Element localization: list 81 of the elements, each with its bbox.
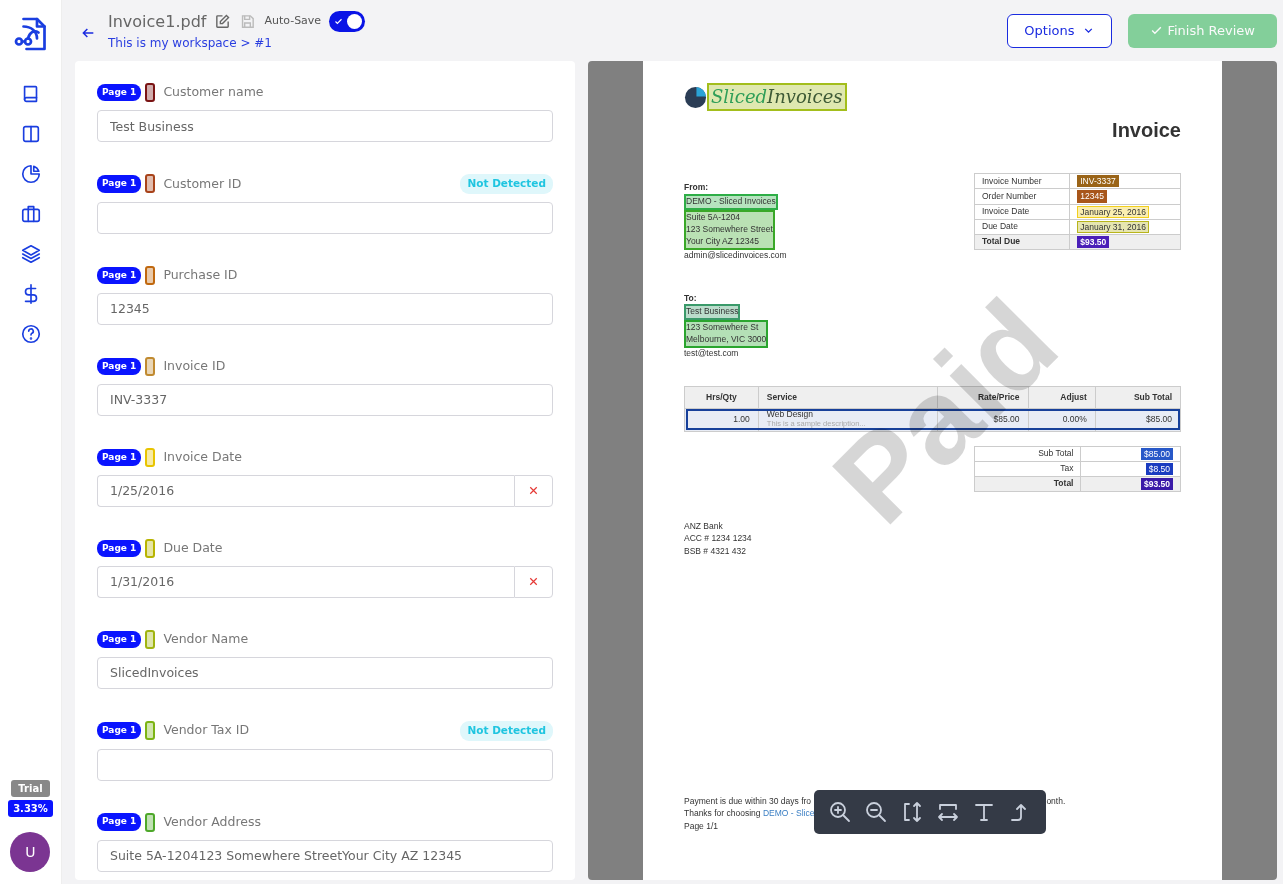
page-badge: Page 1 (97, 721, 142, 740)
footer-text: Thanks for choosing DEMO - Slice (684, 807, 815, 820)
table-cell: January 31, 2016 (1077, 220, 1149, 234)
table-cell: $8.50 (1145, 462, 1173, 475)
address-label: To: (684, 291, 698, 305)
field-label: Vendor Address (163, 812, 262, 831)
options-dropdown[interactable]: Options (1007, 13, 1113, 48)
autosave-label: Auto-Save (264, 13, 322, 30)
address-text: Test Business (684, 304, 741, 321)
logo-text: SlicedInvoices (707, 83, 847, 112)
help-icon[interactable] (19, 323, 42, 345)
bank-detail: ACC # 1234 1234 (684, 532, 753, 545)
page-badge: Page 1 (97, 448, 142, 466)
footer-text: onth. (1046, 795, 1066, 808)
page-badge: Page 1 (97, 357, 142, 375)
address-text: DEMO - Sliced Invoices (684, 194, 778, 210)
column-header: Hrs/Qty (684, 386, 759, 409)
table-cell: $85.00 (1141, 447, 1173, 460)
status-badge: Not Detected (460, 720, 553, 741)
table-cell: $85.00 (1095, 408, 1181, 432)
text-field[interactable]: INV-3337 (97, 383, 553, 416)
logo-icon (684, 85, 707, 109)
table-cell: $93.50 (1077, 236, 1110, 249)
page-badge: Page 1 (97, 83, 142, 102)
table-cell: INV-3337 (1077, 175, 1119, 188)
edit-icon[interactable] (214, 13, 232, 30)
field-label: Invoice Date (163, 447, 242, 466)
usage-badge: 3.33% (8, 800, 53, 817)
file-title: Invoice1.pdf (108, 10, 207, 33)
text-field[interactable]: Suite 5A-1204123 Somewhere StreetYour City AZ 12345 (97, 839, 553, 872)
table-cell: Invoice Number (974, 173, 1070, 189)
footer-link[interactable]: DEMO - Slice (762, 808, 815, 819)
check-icon (1150, 24, 1164, 37)
page-badge: Page 1 (97, 175, 142, 193)
field-label: Due Date (163, 538, 223, 557)
table-cell: 12345 (1077, 190, 1107, 203)
text-field[interactable]: 1/31/2016 (97, 565, 514, 598)
plan-badge: Trial (11, 780, 50, 797)
text-field[interactable]: 1/25/2016 (97, 474, 514, 507)
autosave-toggle[interactable] (329, 11, 366, 32)
breadcrumb-link[interactable]: This is my workspace > #1 (108, 33, 366, 52)
address-text: admin@slicedinvoices.com (684, 249, 787, 262)
text-field[interactable] (97, 201, 553, 234)
text-field[interactable] (97, 748, 553, 781)
invoice-heading: Invoice (1111, 118, 1181, 144)
zoom-out-icon[interactable] (864, 800, 889, 825)
bank-detail: BSB # 4321 432 (684, 544, 747, 558)
table-cell: Due Date (974, 219, 1070, 235)
text-field[interactable]: SlicedInvoices (97, 656, 553, 689)
table-cell: Invoice Date (974, 204, 1070, 220)
table-cell: 1.00 (684, 408, 759, 432)
service-name: Web Design (766, 410, 814, 421)
page-number: Page 1/1 (684, 819, 720, 832)
page-badge: Page 1 (97, 539, 142, 557)
text-field[interactable]: 12345 (97, 292, 553, 325)
zoom-in-icon[interactable] (828, 800, 853, 825)
column-header: Sub Total (1095, 386, 1181, 409)
page-badge: Page 1 (97, 266, 142, 284)
field-label: Invoice ID (163, 356, 226, 375)
check-icon (334, 17, 344, 26)
pie-chart-icon[interactable] (19, 163, 42, 185)
address-label: From: (684, 181, 710, 195)
table-cell: Order Number (974, 189, 1070, 205)
address-text: test@test.com (684, 347, 740, 360)
layers-icon[interactable] (19, 243, 42, 265)
field-label: Vendor Name (163, 629, 249, 648)
field-label: Purchase ID (163, 265, 238, 284)
text-field[interactable]: Test Business (97, 110, 553, 142)
status-badge: Not Detected (460, 174, 553, 194)
field-label: Customer ID (163, 174, 242, 193)
logo-icon[interactable] (12, 16, 49, 52)
page-badge: Page 1 (97, 813, 142, 831)
briefcase-icon[interactable] (19, 203, 42, 225)
table-cell: January 25, 2016 (1077, 205, 1149, 218)
page-badge: Page 1 (97, 630, 142, 648)
user-avatar[interactable]: U (10, 832, 51, 872)
footer-text: Payment is due within 30 days fro (684, 795, 813, 808)
field-label: Vendor Tax ID (163, 721, 250, 740)
bank-detail: ANZ Bank (684, 520, 724, 533)
table-cell: $93.50 (1141, 477, 1173, 491)
field-label: Customer name (163, 83, 264, 102)
